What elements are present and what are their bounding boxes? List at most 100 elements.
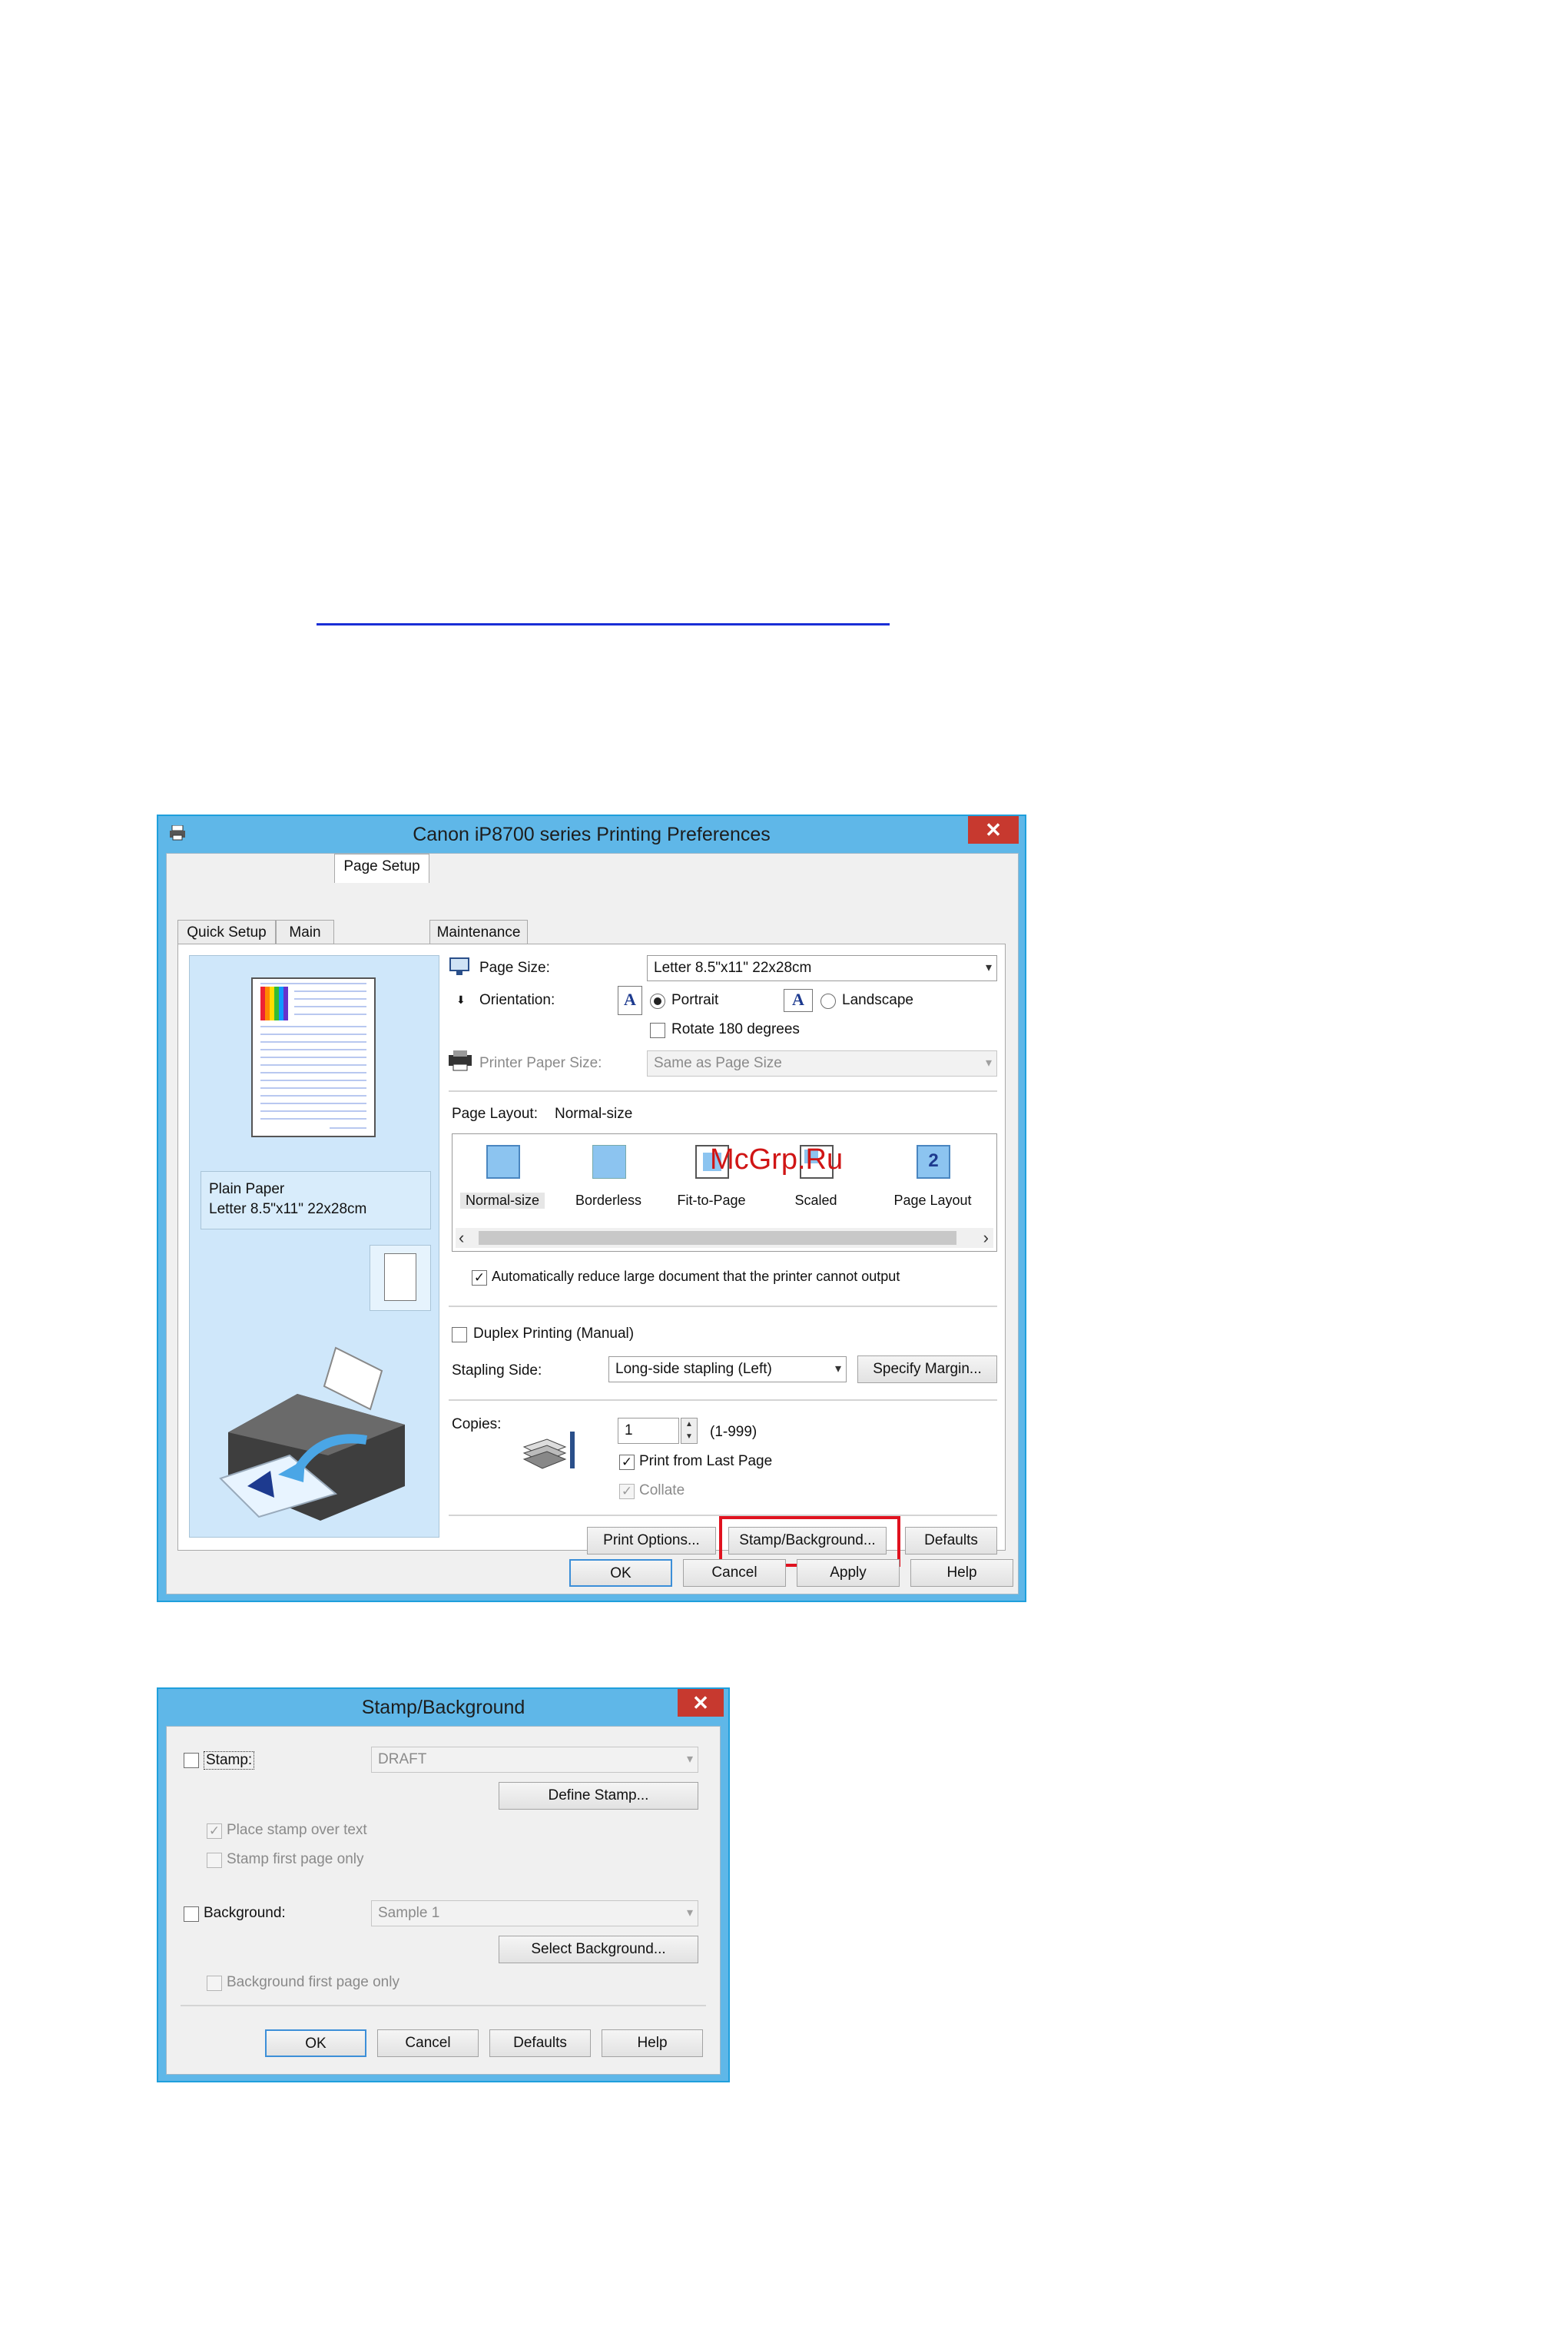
media-size-text: Letter 8.5"x11" 22x28cm: [209, 1201, 367, 1217]
layout-item-page-layout[interactable]: 2 Page Layout: [883, 1140, 983, 1217]
copies-stack-icon: [522, 1432, 575, 1469]
printer-icon: [170, 825, 185, 841]
print-from-last-page-checkbox[interactable]: ✓: [619, 1455, 635, 1470]
background-label[interactable]: Background:: [204, 1905, 286, 1922]
select-background-button[interactable]: Select Background...: [499, 1936, 698, 1963]
scroll-right-icon[interactable]: ›: [983, 1228, 989, 1248]
close-icon: ✕: [985, 818, 1002, 841]
rotate-180-checkbox[interactable]: [650, 1023, 665, 1038]
printer-paper-size-select[interactable]: Same as Page Size ▾: [647, 1050, 997, 1077]
landscape-radio[interactable]: [820, 994, 836, 1009]
cancel-button[interactable]: Cancel: [683, 1559, 786, 1587]
specify-margin-button[interactable]: Specify Margin...: [857, 1355, 997, 1383]
close-button[interactable]: ✕: [968, 816, 1019, 844]
print-options-button[interactable]: Print Options...: [587, 1527, 716, 1555]
page-layout-label: Page Layout:: [452, 1106, 538, 1122]
watermark-text: McGrp.Ru: [710, 1143, 844, 1176]
duplex-label[interactable]: Duplex Printing (Manual): [473, 1326, 634, 1342]
stamp-help-button[interactable]: Help: [602, 2029, 703, 2057]
layout-horizontal-scrollbar[interactable]: ‹ ›: [456, 1228, 993, 1248]
layout-item-normal-size[interactable]: Normal-size: [460, 1140, 545, 1217]
tab-maintenance[interactable]: Maintenance: [429, 920, 528, 944]
scroll-thumb[interactable]: [479, 1231, 956, 1245]
place-over-text-label[interactable]: Place stamp over text: [227, 1822, 367, 1839]
stamp-background-dialog: Stamp/Background ✕ Stamp: DRAFT ▾ Define …: [157, 1687, 730, 2082]
page-preview: [251, 977, 376, 1137]
borderless-icon: [592, 1145, 626, 1179]
page-size-label: Page Size:: [479, 960, 550, 976]
separator: [181, 2005, 706, 2006]
portrait-label[interactable]: Portrait: [671, 992, 718, 1009]
close-icon: ✕: [692, 1691, 709, 1714]
landscape-icon: A: [784, 989, 813, 1012]
copies-input[interactable]: 1: [618, 1418, 679, 1444]
help-button[interactable]: Help: [910, 1559, 1013, 1587]
stamp-dialog-title: Stamp/Background: [361, 1697, 525, 1718]
landscape-label[interactable]: Landscape: [842, 992, 913, 1009]
defaults-button[interactable]: Defaults: [905, 1527, 997, 1555]
chevron-down-icon: ▾: [686, 1753, 693, 1766]
stamp-first-page-checkbox[interactable]: [207, 1853, 222, 1868]
media-type-text: Plain Paper: [209, 1181, 285, 1197]
collate-checkbox[interactable]: ✓: [619, 1484, 635, 1499]
define-stamp-button[interactable]: Define Stamp...: [499, 1782, 698, 1810]
chevron-down-icon: ▾: [985, 961, 992, 974]
chevron-down-icon: ▾: [834, 1362, 841, 1375]
layout-item-borderless[interactable]: Borderless: [566, 1140, 651, 1217]
ok-button[interactable]: OK: [569, 1559, 672, 1587]
portrait-icon: A: [618, 986, 642, 1015]
scroll-left-icon[interactable]: ‹: [459, 1228, 464, 1248]
tab-quick-setup[interactable]: Quick Setup: [177, 920, 276, 944]
printer-paper-size-label: Printer Paper Size:: [479, 1055, 602, 1071]
stamp-label[interactable]: Stamp:: [204, 1751, 255, 1770]
orientation-arrow-icon: ⬇: [456, 994, 466, 1006]
collate-label[interactable]: Collate: [639, 1482, 685, 1499]
place-over-text-checkbox[interactable]: ✓: [207, 1823, 222, 1839]
copies-label: Copies:: [452, 1416, 502, 1432]
close-button[interactable]: ✕: [678, 1689, 724, 1717]
separator: [449, 1306, 997, 1307]
printing-preferences-window: Canon iP8700 series Printing Preferences…: [157, 815, 1026, 1602]
chevron-down-icon: ▾: [686, 1906, 693, 1920]
separator: [449, 1399, 997, 1401]
tab-main[interactable]: Main: [276, 920, 334, 944]
stamp-select[interactable]: DRAFT ▾: [371, 1747, 698, 1773]
portrait-radio[interactable]: [650, 994, 665, 1009]
background-first-page-checkbox[interactable]: [207, 1976, 222, 1991]
stamp-first-page-label[interactable]: Stamp first page only: [227, 1851, 363, 1868]
page-layout-icon: 2: [917, 1145, 950, 1179]
stamp-defaults-button[interactable]: Defaults: [489, 2029, 591, 2057]
stamp-checkbox[interactable]: [184, 1753, 199, 1768]
background-first-page-label[interactable]: Background first page only: [227, 1974, 399, 1991]
document-link-underline[interactable]: [317, 623, 890, 625]
print-from-last-page-label[interactable]: Print from Last Page: [639, 1453, 772, 1470]
dialog-client-area: Quick Setup Main Page Setup Maintenance …: [166, 853, 1019, 1594]
page-size-select[interactable]: Letter 8.5"x11" 22x28cm ▾: [647, 955, 997, 981]
stamp-cancel-button[interactable]: Cancel: [377, 2029, 479, 2057]
background-checkbox[interactable]: [184, 1906, 199, 1922]
stamp-ok-button[interactable]: OK: [265, 2029, 366, 2057]
copies-range: (1-999): [710, 1424, 757, 1440]
media-info-box: Plain Paper Letter 8.5"x11" 22x28cm: [201, 1171, 431, 1229]
chevron-down-icon: ▾: [985, 1057, 992, 1070]
background-select[interactable]: Sample 1 ▾: [371, 1900, 698, 1926]
copies-spinner[interactable]: ▲ ▼: [681, 1418, 698, 1444]
paper-orientation-preview: [370, 1245, 431, 1311]
stamp-dialog-client: Stamp: DRAFT ▾ Define Stamp... ✓ Place st…: [166, 1726, 721, 2075]
auto-reduce-label[interactable]: Automatically reduce large document that…: [492, 1269, 900, 1285]
preview-area: Plain Paper Letter 8.5"x11" 22x28cm: [189, 955, 439, 1538]
stamp-dialog-titlebar[interactable]: Stamp/Background ✕: [158, 1689, 728, 1726]
window-titlebar[interactable]: Canon iP8700 series Printing Preferences…: [158, 816, 1025, 853]
page-setup-panel: Plain Paper Letter 8.5"x11" 22x28cm Page…: [177, 944, 1006, 1567]
auto-reduce-checkbox[interactable]: ✓: [472, 1270, 487, 1286]
apply-button[interactable]: Apply: [797, 1559, 900, 1587]
orientation-label: Orientation:: [479, 992, 555, 1008]
separator: [449, 1090, 997, 1092]
page-layout-value: Normal-size: [555, 1106, 633, 1122]
page-preview-content: [260, 983, 366, 1129]
tab-page-setup[interactable]: Page Setup: [334, 854, 429, 883]
printer-paper-size-icon: [449, 1050, 472, 1071]
rotate-180-label[interactable]: Rotate 180 degrees: [671, 1021, 800, 1038]
stapling-side-select[interactable]: Long-side stapling (Left) ▾: [608, 1356, 847, 1382]
duplex-checkbox[interactable]: [452, 1327, 467, 1342]
